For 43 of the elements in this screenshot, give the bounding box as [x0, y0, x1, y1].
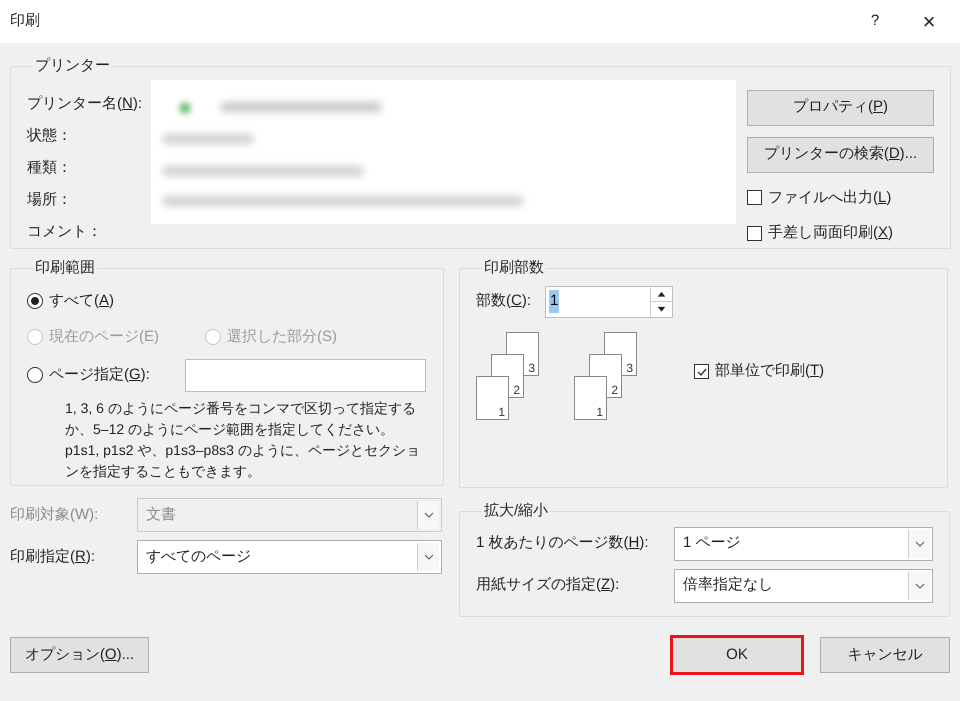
checkbox-option[interactable]: ファイルへ出力(L) — [747, 186, 934, 209]
page-number: 3 — [626, 360, 633, 374]
close-button[interactable]: × — [898, 0, 960, 43]
help-button[interactable]: ? — [852, 0, 898, 43]
page-number: 3 — [528, 360, 535, 374]
field-label: 印刷対象(W): — [10, 504, 100, 525]
field-label: 印刷指定(R): — [10, 546, 96, 567]
dropdown[interactable]: 倍率指定なし — [674, 568, 933, 602]
chevron-down-icon — [914, 540, 924, 546]
cancel-button[interactable]: キャンセル — [820, 637, 950, 673]
checkbox-option[interactable]: 手差し両面印刷(X) — [747, 222, 934, 244]
field-label: 種類： — [27, 158, 73, 178]
field-label: コメント： — [27, 222, 103, 242]
chevron-down-icon — [914, 582, 924, 588]
field-label: 1 枚あたりのページ数(H): — [476, 533, 650, 554]
page-number: 1 — [596, 404, 603, 418]
window-title: 印刷 — [10, 11, 41, 32]
chevron-down-icon — [424, 512, 434, 518]
field-label: 場所： — [27, 190, 73, 210]
page-range-field[interactable] — [185, 358, 426, 392]
ok-button[interactable]: OK — [670, 635, 804, 675]
field-label: プリンター名(N): — [27, 94, 144, 114]
field-label: 用紙サイズの指定(Z): — [476, 575, 620, 596]
copies-spinner[interactable]: 1 — [545, 286, 674, 318]
dialog-button[interactable]: プロパティ(P) — [747, 90, 934, 126]
dialog-button[interactable]: プリンターの検索(D)... — [747, 136, 934, 172]
field-label: 状態： — [27, 126, 73, 146]
radio-option[interactable]: すべて(A) — [27, 290, 427, 312]
chevron-down-icon — [424, 554, 434, 560]
field-label: 部数(C): — [476, 291, 532, 312]
hint-text: 1, 3, 6 のようにページ番号をコンマで区切って指定するか、5–12 のようにページ範囲を指定してください。p1s1, p1s2 や、p1s3–p8s3 のように、ページとセクションを指定することもできます。 — [65, 398, 421, 480]
page-number: 2 — [513, 382, 520, 396]
page-number: 1 — [498, 404, 505, 418]
group-title: 印刷部数 — [483, 258, 545, 278]
page-number: 2 — [611, 382, 618, 396]
radio-option[interactable]: ページ指定(G): — [27, 364, 150, 386]
dropdown[interactable]: すべてのページ — [137, 540, 442, 574]
group-title: 拡大/縮小 — [483, 501, 550, 521]
options-button[interactable]: オプション(O)... — [10, 637, 149, 673]
group-title: プリンター — [34, 56, 111, 76]
checkbox-option[interactable]: 部単位で印刷(T) — [694, 360, 824, 383]
dropdown[interactable]: 1 ページ — [674, 526, 933, 560]
group-title: 印刷範囲 — [34, 258, 96, 278]
